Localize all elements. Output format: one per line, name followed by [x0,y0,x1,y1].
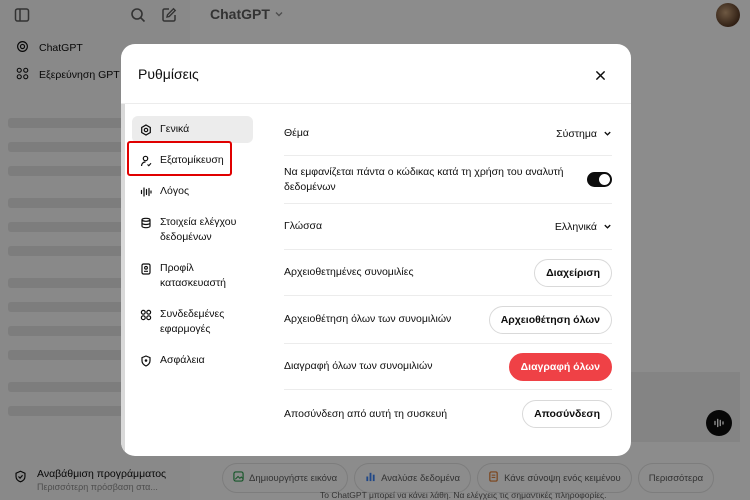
settings-modal: Ρυθμίσεις Γενικά Εξατομίκευση Λόγος Στοι… [121,44,631,456]
tab-data-controls[interactable]: Στοιχεία ελέγχου δεδομένων [132,209,253,251]
setting-label: Θέμα [284,127,309,139]
language-dropdown[interactable]: Ελληνικά [555,221,612,233]
tab-label: Λόγος [160,185,190,197]
setting-label: Αποσύνδεση από αυτή τη συσκευή [284,407,448,420]
tab-label: Προφίλ κατασκευαστή [160,262,226,289]
modal-title: Ρυθμίσεις [138,66,199,82]
tab-general[interactable]: Γενικά [132,116,253,143]
apps-icon [140,307,152,322]
setting-label: Αρχειοθέτηση όλων των συνομιλιών [284,313,452,325]
database-icon [140,215,152,230]
tab-builder-profile[interactable]: Προφίλ κατασκευαστή [132,255,253,297]
scrollbar[interactable] [121,104,125,456]
archive-all-button[interactable]: Αρχειοθέτηση όλων [488,305,612,334]
setting-delete-all: Διαγραφή όλων των συνομιλιών Διαγραφή όλ… [284,344,612,390]
logout-button[interactable]: Αποσύνδεση [522,400,612,428]
settings-nav: Γενικά Εξατομίκευση Λόγος Στοιχεία ελέγχ… [132,116,253,374]
dropdown-value: Ελληνικά [554,220,597,233]
dropdown-value: Σύστημα [556,127,597,140]
tab-connected-apps[interactable]: Συνδεδεμένες εφαρμογές [132,301,253,343]
tab-speech[interactable]: Λόγος [132,178,253,205]
delete-all-button[interactable]: Διαγραφή όλων [508,352,612,381]
setting-always-show-code: Να εμφανίζεται πάντα ο κώδικας κατά τη χ… [284,156,612,204]
tab-label: Στοιχεία ελέγχου δεδομένων [160,216,237,243]
tab-security[interactable]: Ασφάλεια [132,347,253,374]
close-icon [595,70,605,80]
setting-archive-all: Αρχειοθέτηση όλων των συνομιλιών Αρχειοθ… [284,296,612,344]
setting-logout: Αποσύνδεση από αυτή τη συσκευή Αποσύνδεσ… [284,390,612,438]
code-toggle[interactable] [587,172,612,187]
person-icon [140,153,152,168]
tab-personalization[interactable]: Εξατομίκευση [132,147,253,174]
setting-label: Γλώσσα [284,220,323,232]
theme-dropdown[interactable]: Σύστημα [556,128,612,140]
tab-label: Γενικά [160,123,190,135]
manage-button[interactable]: Διαχείριση [534,258,612,287]
setting-language: Γλώσσα Ελληνικά [284,204,612,250]
tab-label: Εξατομίκευση [160,154,224,166]
gear-icon [140,122,152,137]
setting-label: Να εμφανίζεται πάντα ο κώδικας κατά τη χ… [284,165,564,193]
tab-label: Συνδεδεμένες εφαρμογές [160,308,225,335]
close-button[interactable] [589,64,611,86]
modal-header: Ρυθμίσεις [121,44,631,104]
id-card-icon [140,261,152,276]
chevron-down-icon [604,131,611,136]
setting-label: Αρχειοθετημένες συνομιλίες [284,266,414,278]
settings-panel: Θέμα Σύστημα Να εμφανίζεται πάντα ο κώδι… [284,112,612,438]
setting-archived-chats: Αρχειοθετημένες συνομιλίες Διαχείριση [284,250,612,296]
waveform-icon [140,184,152,199]
tab-label: Ασφάλεια [160,354,205,366]
setting-label: Διαγραφή όλων των συνομιλιών [284,360,433,372]
shield-icon [140,353,152,368]
setting-theme: Θέμα Σύστημα [284,112,612,156]
chevron-down-icon [604,224,611,229]
